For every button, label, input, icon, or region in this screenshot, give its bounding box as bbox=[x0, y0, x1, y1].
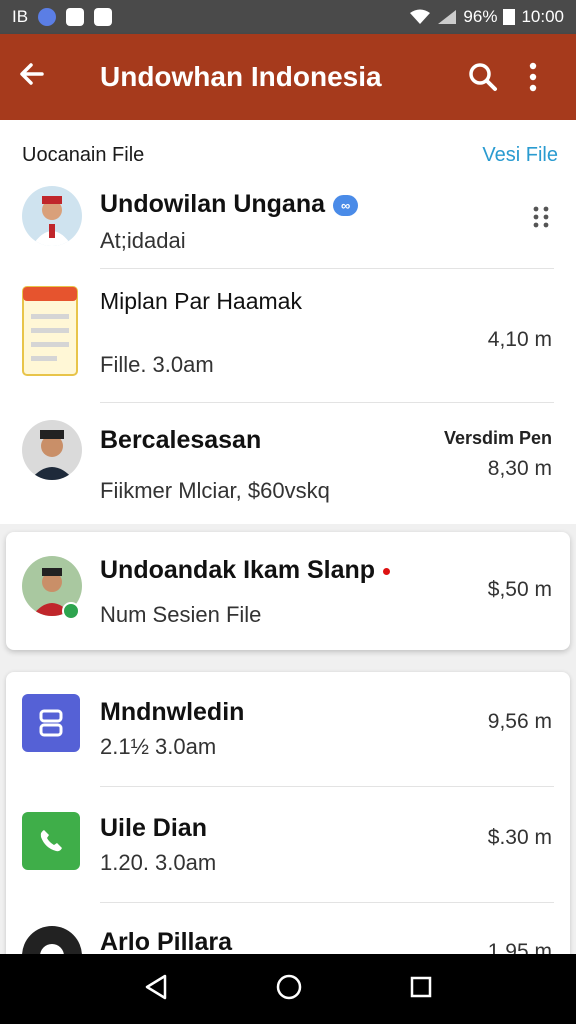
item-subtitle: Fiikmer Mlciar, $60vskq bbox=[100, 478, 330, 503]
nav-home-icon[interactable] bbox=[275, 973, 303, 1006]
item-title: Undowilan Ungana ∞ bbox=[100, 190, 359, 219]
item-subtitle: Num Sesien File bbox=[100, 602, 262, 627]
nav-back-icon[interactable] bbox=[143, 973, 169, 1006]
view-files-link[interactable]: Vesi File bbox=[482, 144, 558, 167]
document-icon bbox=[22, 286, 78, 381]
item-title: Miplan Par Haamak bbox=[100, 288, 302, 314]
badge: ∞ bbox=[333, 194, 359, 216]
more-vert-icon[interactable] bbox=[508, 52, 558, 102]
item-subtitle: 2.1½ 3.0am bbox=[100, 734, 217, 759]
status-bar: IB 96% 10:00 bbox=[0, 0, 576, 34]
file-list-card: Uocanain File Vesi File Undowilan Ungana… bbox=[0, 120, 576, 524]
divider bbox=[100, 902, 554, 903]
file-list-card-2: Mndnwledin 2.1½ 3.0am 9,56 m Uile Dian 1… bbox=[6, 672, 570, 954]
item-subtitle: Fille. 3.0am bbox=[100, 352, 214, 377]
notification-icon bbox=[38, 8, 57, 26]
item-meta-label: Versdim Pen bbox=[443, 428, 552, 448]
item-subtitle: 1.20. 3.0am bbox=[100, 850, 217, 875]
online-status-icon bbox=[62, 602, 80, 620]
avatar bbox=[22, 186, 82, 246]
selected-item-card[interactable]: Undoandak Ikam Slanp Num Sesien File $,5… bbox=[6, 532, 570, 650]
red-dot-icon bbox=[383, 567, 391, 575]
item-title: Arlo Pillara bbox=[100, 928, 232, 954]
signal-icon bbox=[438, 10, 457, 24]
system-nav-bar bbox=[0, 954, 576, 1024]
section-title: Uocanain File bbox=[22, 144, 145, 166]
arrow-back-icon[interactable] bbox=[18, 59, 66, 96]
item-size: 9,56 m bbox=[487, 710, 552, 733]
divider bbox=[100, 786, 554, 787]
avatar bbox=[22, 420, 82, 480]
app-title: Undowhan Indonesia bbox=[100, 61, 382, 92]
item-title: Mndnwledin bbox=[100, 698, 245, 726]
nav-recents-icon[interactable] bbox=[409, 975, 433, 1004]
phone-app-icon bbox=[22, 812, 80, 870]
item-title: Undoandak Ikam Slanp bbox=[100, 556, 391, 585]
drag-handle-icon[interactable] bbox=[532, 206, 550, 233]
divider bbox=[100, 268, 554, 269]
item-title: Bercalesasan bbox=[100, 426, 262, 454]
clock: 10:00 bbox=[521, 7, 564, 26]
app-bar: Undowhan Indonesia bbox=[0, 34, 576, 120]
battery-percent: 96% bbox=[463, 7, 498, 26]
storage-app-icon bbox=[22, 694, 80, 752]
item-title: Uile Dian bbox=[100, 814, 207, 842]
app-notification-icon bbox=[94, 8, 113, 26]
divider bbox=[100, 402, 554, 403]
wifi-icon bbox=[410, 9, 431, 24]
item-size: $.30 m bbox=[487, 826, 552, 849]
search-icon[interactable] bbox=[458, 52, 508, 102]
avatar bbox=[22, 926, 82, 954]
status-text: IB bbox=[12, 7, 29, 26]
message-icon bbox=[66, 8, 85, 26]
item-size: 8,30 m bbox=[487, 457, 552, 480]
battery-icon bbox=[503, 9, 516, 25]
item-size: $,50 m bbox=[487, 578, 552, 601]
content-area[interactable]: Uocanain File Vesi File Undowilan Ungana… bbox=[0, 120, 576, 954]
item-size: 1.95 m bbox=[487, 940, 552, 954]
item-subtitle: At;idadai bbox=[100, 228, 186, 253]
section-header: Uocanain File Vesi File bbox=[22, 144, 558, 167]
item-size: 4,10 m bbox=[487, 328, 552, 351]
